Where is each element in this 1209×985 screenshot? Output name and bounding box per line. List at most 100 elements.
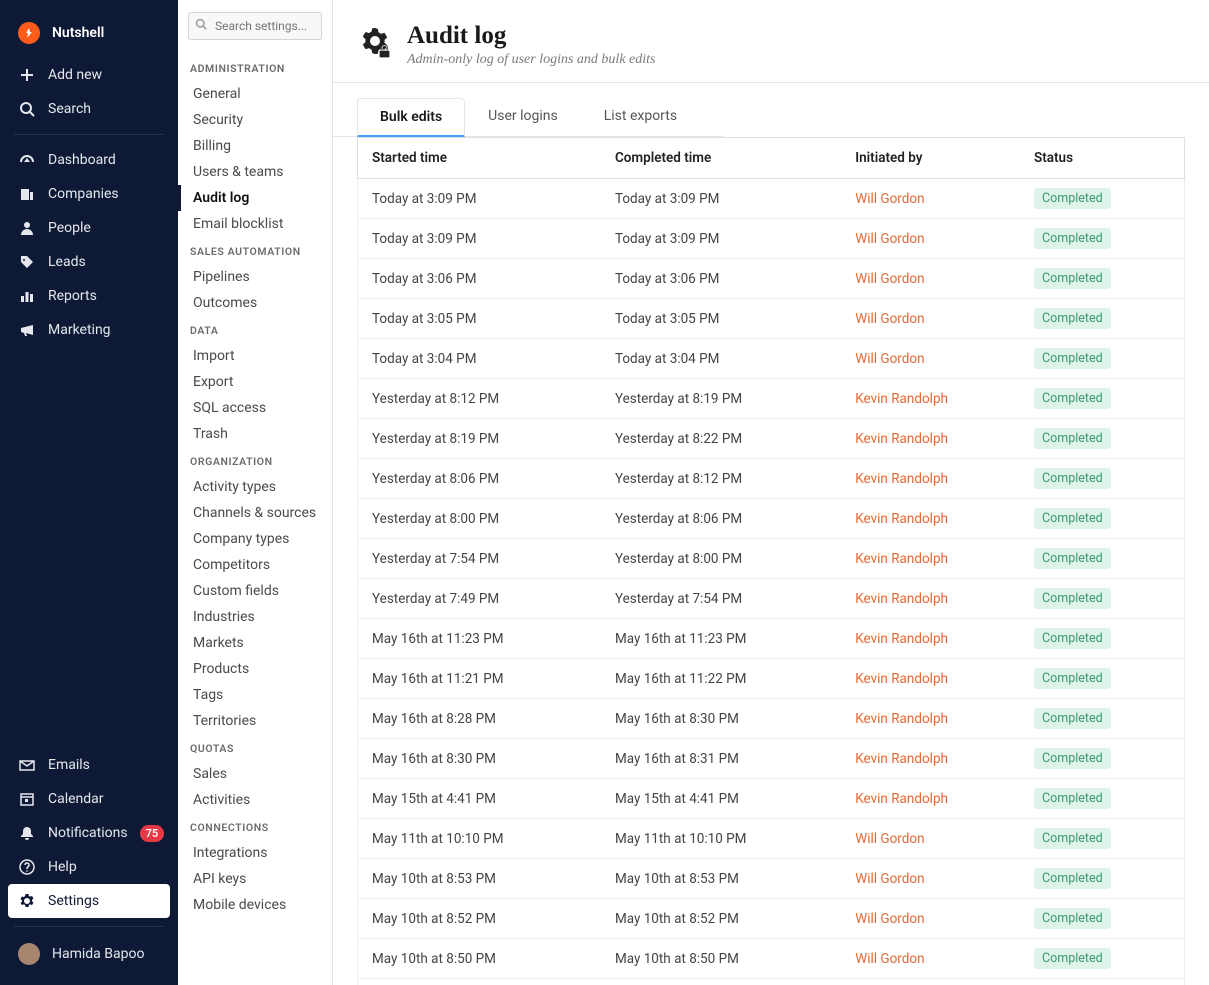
page-title: Audit log [407,22,655,50]
table-row[interactable]: May 16th at 8:28 PMMay 16th at 8:30 PMKe… [358,699,1185,739]
settings-item-import[interactable]: Import [178,343,332,369]
nav-item-label: Settings [48,893,99,909]
column-header[interactable]: Status [1024,138,1185,179]
user-link[interactable]: Kevin Randolph [855,711,948,727]
cell-user: Kevin Randolph [845,659,1024,699]
table-row[interactable]: Yesterday at 7:49 PMYesterday at 7:54 PM… [358,579,1185,619]
settings-item-outcomes[interactable]: Outcomes [178,290,332,316]
settings-item-activities[interactable]: Activities [178,787,332,813]
table-row[interactable]: Today at 3:09 PMToday at 3:09 PMWill Gor… [358,179,1185,219]
tab-list-exports[interactable]: List exports [581,97,700,136]
settings-item-pipelines[interactable]: Pipelines [178,264,332,290]
settings-item-territories[interactable]: Territories [178,708,332,734]
settings-item-email-blocklist[interactable]: Email blocklist [178,211,332,237]
settings-item-company-types[interactable]: Company types [178,526,332,552]
nav-item-calendar[interactable]: Calendar [0,782,178,816]
user-link[interactable]: Will Gordon [855,871,924,887]
nav-item-companies[interactable]: Companies [0,177,178,211]
user-link[interactable]: Kevin Randolph [855,791,948,807]
user-link[interactable]: Will Gordon [855,311,924,327]
tab-user-logins[interactable]: User logins [465,97,581,136]
user-link[interactable]: Will Gordon [855,951,924,967]
settings-item-api-keys[interactable]: API keys [178,866,332,892]
table-row[interactable]: May 10th at 8:53 PMMay 10th at 8:53 PMWi… [358,859,1185,899]
table-row[interactable]: Yesterday at 7:54 PMYesterday at 8:00 PM… [358,539,1185,579]
cell-completed: Today at 3:04 PM [605,339,845,379]
settings-item-audit-log[interactable]: Audit log [178,185,332,211]
settings-item-users-teams[interactable]: Users & teams [178,159,332,185]
nav-item-help[interactable]: Help [0,850,178,884]
settings-item-general[interactable]: General [178,81,332,107]
user-link[interactable]: Will Gordon [855,351,924,367]
table-row[interactable]: Today at 3:06 PMToday at 3:06 PMWill Gor… [358,259,1185,299]
user-link[interactable]: Kevin Randolph [855,631,948,647]
table-row[interactable]: May 11th at 10:10 PMMay 11th at 10:10 PM… [358,819,1185,859]
current-user[interactable]: Hamida Bapoo [0,935,178,973]
nav-item-search[interactable]: Search [0,92,178,126]
nav-item-people[interactable]: People [0,211,178,245]
table-row[interactable]: Today at 3:05 PMToday at 3:05 PMWill Gor… [358,299,1185,339]
nav-item-marketing[interactable]: Marketing [0,313,178,347]
nav-item-reports[interactable]: Reports [0,279,178,313]
nav-item-settings[interactable]: Settings [8,884,170,918]
column-header[interactable]: Initiated by [845,138,1024,179]
user-link[interactable]: Will Gordon [855,231,924,247]
table-row[interactable]: May 15th at 4:41 PMMay 15th at 4:41 PMKe… [358,779,1185,819]
settings-item-sql-access[interactable]: SQL access [178,395,332,421]
nav-item-leads[interactable]: Leads [0,245,178,279]
table-row[interactable]: May 10th at 8:52 PMMay 10th at 8:52 PMWi… [358,899,1185,939]
user-link[interactable]: Will Gordon [855,831,924,847]
table-row[interactable]: May 16th at 11:23 PMMay 16th at 11:23 PM… [358,619,1185,659]
settings-item-sales[interactable]: Sales [178,761,332,787]
settings-item-activity-types[interactable]: Activity types [178,474,332,500]
user-link[interactable]: Will Gordon [855,191,924,207]
table-row[interactable]: Yesterday at 8:00 PMYesterday at 8:06 PM… [358,499,1185,539]
cell-started: May 11th at 10:10 PM [358,819,605,859]
table-row[interactable]: May 16th at 8:30 PMMay 16th at 8:31 PMKe… [358,739,1185,779]
user-link[interactable]: Kevin Randolph [855,511,948,527]
envelope-icon [18,756,36,774]
user-link[interactable]: Kevin Randolph [855,751,948,767]
user-link[interactable]: Kevin Randolph [855,591,948,607]
table-row[interactable]: May 16th at 11:21 PMMay 16th at 11:22 PM… [358,659,1185,699]
nav-item-emails[interactable]: Emails [0,748,178,782]
settings-item-custom-fields[interactable]: Custom fields [178,578,332,604]
settings-item-mobile-devices[interactable]: Mobile devices [178,892,332,918]
table-row[interactable]: May 10th at 8:50 PMMay 10th at 8:50 PMWi… [358,979,1185,985]
user-link[interactable]: Will Gordon [855,911,924,927]
table-row[interactable]: Today at 3:04 PMToday at 3:04 PMWill Gor… [358,339,1185,379]
settings-item-products[interactable]: Products [178,656,332,682]
table-row[interactable]: Yesterday at 8:19 PMYesterday at 8:22 PM… [358,419,1185,459]
user-link[interactable]: Will Gordon [855,271,924,287]
nav-item-add-new[interactable]: Add new [0,58,178,92]
settings-item-export[interactable]: Export [178,369,332,395]
settings-item-competitors[interactable]: Competitors [178,552,332,578]
settings-item-security[interactable]: Security [178,107,332,133]
tab-bulk-edits[interactable]: Bulk edits [357,98,465,137]
settings-item-billing[interactable]: Billing [178,133,332,159]
settings-item-markets[interactable]: Markets [178,630,332,656]
user-link[interactable]: Kevin Randolph [855,671,948,687]
brand[interactable]: Nutshell [0,14,178,52]
column-header[interactable]: Started time [358,138,605,179]
status-badge: Completed [1034,588,1111,609]
user-link[interactable]: Kevin Randolph [855,431,948,447]
table-row[interactable]: Yesterday at 8:06 PMYesterday at 8:12 PM… [358,459,1185,499]
nav-item-dashboard[interactable]: Dashboard [0,143,178,177]
table-row[interactable]: May 10th at 8:50 PMMay 10th at 8:50 PMWi… [358,939,1185,979]
user-link[interactable]: Kevin Randolph [855,551,948,567]
cell-completed: Yesterday at 7:54 PM [605,579,845,619]
column-header[interactable]: Completed time [605,138,845,179]
table-row[interactable]: Today at 3:09 PMToday at 3:09 PMWill Gor… [358,219,1185,259]
settings-item-channels-sources[interactable]: Channels & sources [178,500,332,526]
settings-item-tags[interactable]: Tags [178,682,332,708]
user-link[interactable]: Kevin Randolph [855,391,948,407]
cell-started: Yesterday at 8:06 PM [358,459,605,499]
table-row[interactable]: Yesterday at 8:12 PMYesterday at 8:19 PM… [358,379,1185,419]
settings-item-industries[interactable]: Industries [178,604,332,630]
settings-item-integrations[interactable]: Integrations [178,840,332,866]
settings-item-trash[interactable]: Trash [178,421,332,447]
settings-search-input[interactable] [188,12,322,40]
nav-item-notifications[interactable]: Notifications75 [0,816,178,850]
user-link[interactable]: Kevin Randolph [855,471,948,487]
